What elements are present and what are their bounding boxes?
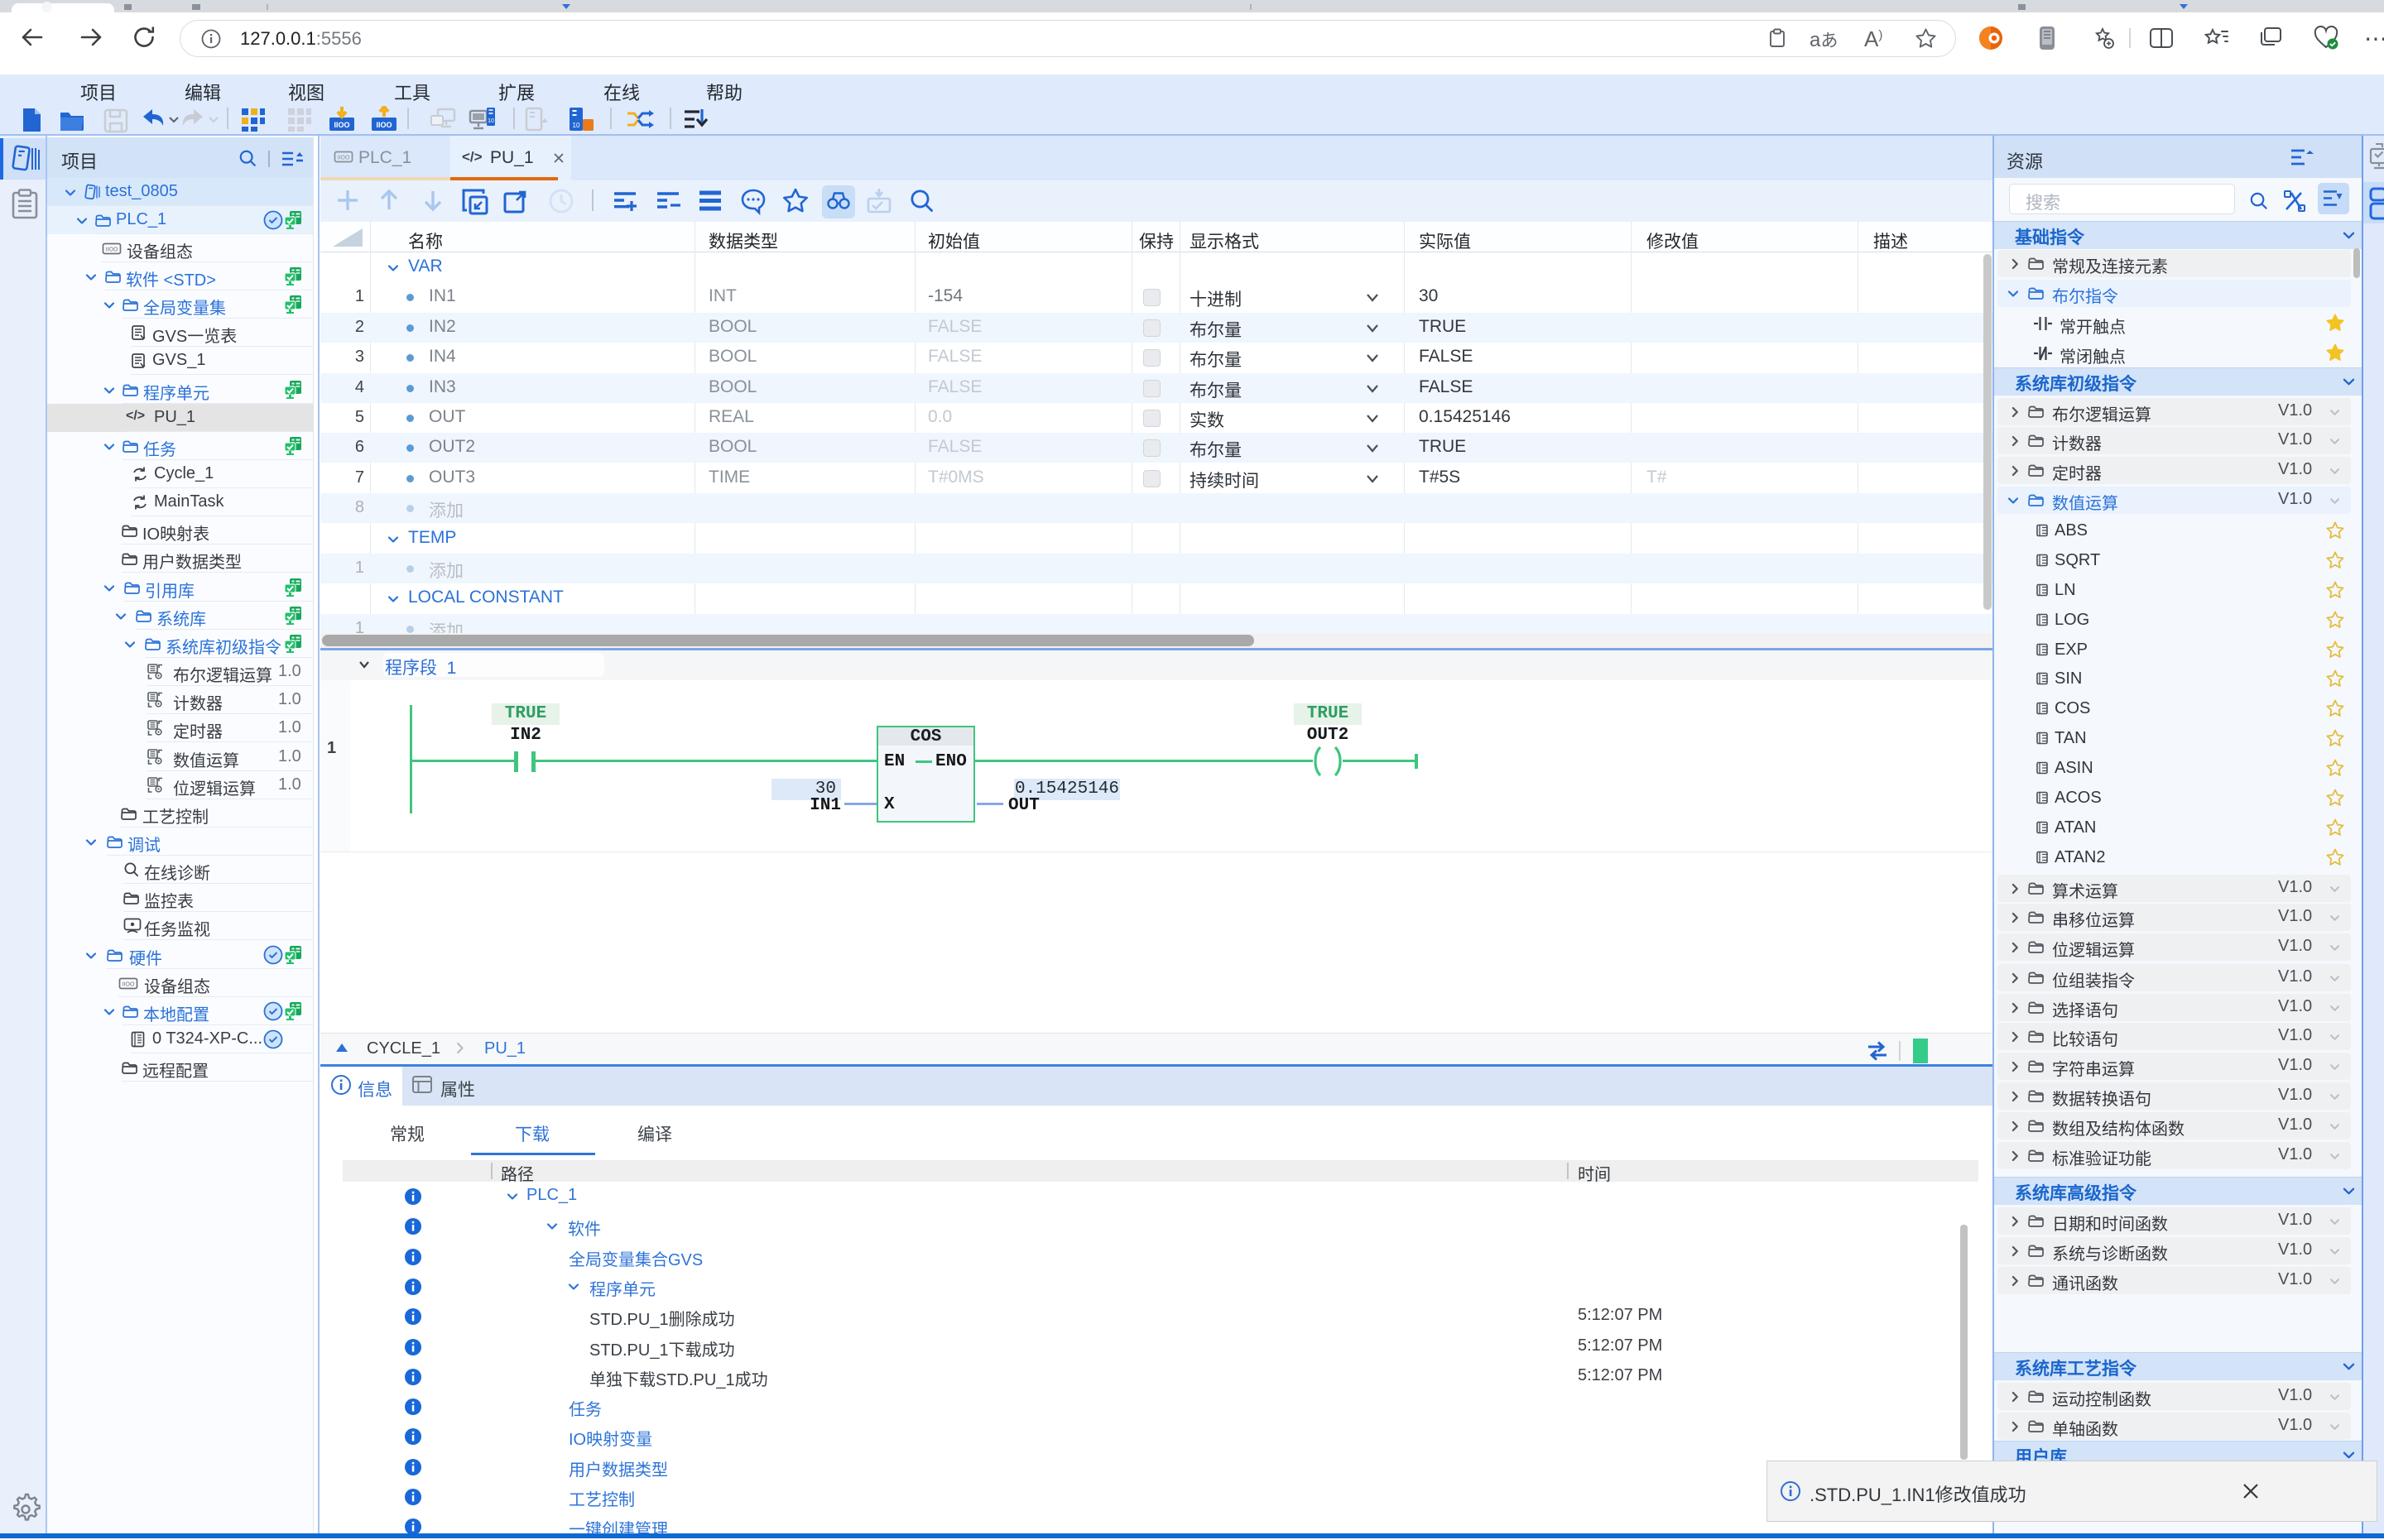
svg-text:IIOO: IIOO: [123, 982, 135, 988]
svg-text:10: 10: [573, 122, 580, 129]
svg-text:IIOO: IIOO: [376, 121, 392, 129]
svg-text:IIOO: IIOO: [106, 247, 118, 253]
svg-text:IIOO: IIOO: [334, 121, 349, 129]
svg-text:IIOO: IIOO: [338, 156, 350, 161]
svg-text:10: 10: [488, 118, 494, 124]
